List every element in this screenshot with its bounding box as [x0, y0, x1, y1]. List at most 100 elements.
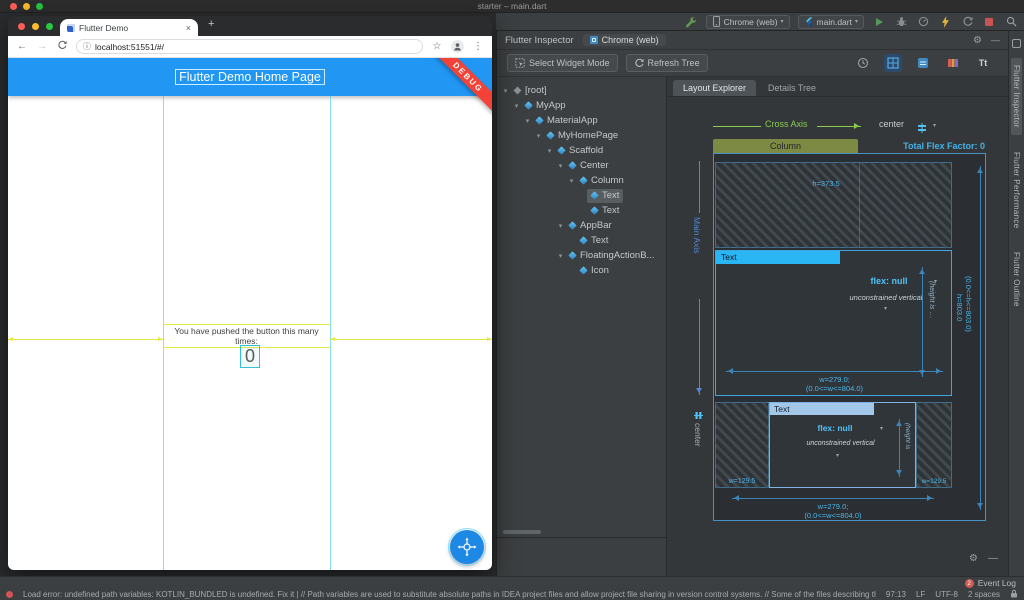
indent-style[interactable]: 2 spaces: [968, 590, 1000, 599]
tab-layout-explorer[interactable]: Layout Explorer: [673, 80, 756, 96]
tree-node-myhomepage[interactable]: ▾MyHomePage: [497, 128, 666, 143]
run-button[interactable]: [872, 15, 886, 29]
close-window-button[interactable]: [18, 23, 25, 30]
stop-button[interactable]: [982, 15, 996, 29]
chevron-down-icon[interactable]: ▾: [880, 425, 883, 432]
refresh-tree-label: Refresh Tree: [648, 58, 700, 68]
tree-scrollbar-thumb[interactable]: [503, 530, 541, 534]
child2-fit-value[interactable]: unconstrained vertical: [778, 440, 903, 447]
stripe-flutter-outline[interactable]: Flutter Outline: [1011, 245, 1022, 314]
site-info-icon[interactable]: ⓘ: [83, 41, 91, 52]
run-toolbar: Chrome (web) ▾ main.dart ▾: [496, 13, 1024, 30]
minimize-panel-icon[interactable]: —: [991, 35, 1000, 45]
bookmark-star-icon[interactable]: ☆: [431, 41, 443, 52]
child1-flex-value[interactable]: flex: null: [846, 276, 932, 286]
main-axis-alignment-value[interactable]: center: [693, 423, 703, 473]
search-everywhere-icon[interactable]: [1004, 15, 1018, 29]
cross-axis-alignment-value[interactable]: center: [879, 119, 904, 129]
tool-window-icon[interactable]: [1012, 39, 1021, 48]
chevron-down-icon[interactable]: ▾: [523, 117, 532, 125]
flutter-app: Flutter Demo Home Page DEBUG You have pu…: [8, 58, 492, 570]
tree-node-label: Icon: [591, 265, 609, 276]
chevron-down-icon[interactable]: ▾: [545, 147, 554, 155]
child2-widget-name: Text: [770, 403, 874, 415]
tree-node-materialapp[interactable]: ▾MaterialApp: [497, 113, 666, 128]
gear-icon[interactable]: ⚙: [973, 35, 982, 46]
flex-child-text-2[interactable]: Text flex: null ▾ unconstrained vertical…: [769, 402, 916, 488]
status-message[interactable]: Load error: undefined path variables: KO…: [23, 590, 876, 599]
chevron-down-icon[interactable]: ▾: [556, 162, 565, 170]
text-scale-icon[interactable]: Tt: [974, 54, 992, 72]
widget-icon: [535, 116, 543, 124]
tree-node-column[interactable]: ▾Column: [497, 173, 666, 188]
chevron-down-icon[interactable]: ▾: [501, 87, 510, 95]
slow-animations-icon[interactable]: [854, 54, 872, 72]
debug-button[interactable]: [894, 15, 908, 29]
chevron-down-icon[interactable]: ▾: [534, 132, 543, 140]
refresh-tree-button[interactable]: Refresh Tree: [626, 54, 708, 72]
tree-node-floatingactionb[interactable]: ▾FloatingActionB...: [497, 248, 666, 263]
profile-button[interactable]: [916, 15, 930, 29]
tree-node-content: Scaffold: [554, 144, 607, 158]
cross-axis-label: Cross Axis: [765, 119, 808, 129]
tree-node-text[interactable]: Text: [497, 233, 666, 248]
line-separator[interactable]: LF: [916, 590, 925, 599]
panel-title: Flutter Inspector: [505, 35, 574, 46]
chevron-down-icon[interactable]: ▾: [512, 102, 521, 110]
child2-flex-value[interactable]: flex: null: [792, 423, 878, 433]
chevron-down-icon[interactable]: ▾: [556, 252, 565, 260]
tree-node-text[interactable]: Text: [497, 188, 666, 203]
tree-node-text[interactable]: Text: [497, 203, 666, 218]
hot-reload-button[interactable]: [938, 15, 952, 29]
chevron-down-icon[interactable]: ▾: [836, 452, 839, 459]
tab-details-tree[interactable]: Details Tree: [758, 80, 826, 96]
flex-child-text-1[interactable]: Text flex: null ▾ unconstrained vertical…: [715, 250, 952, 396]
gear-icon[interactable]: ⚙: [969, 553, 978, 564]
minimize-panel-icon[interactable]: —: [988, 553, 998, 564]
show-guidelines-icon[interactable]: [884, 54, 902, 72]
tree-node-scaffold[interactable]: ▾Scaffold: [497, 143, 666, 158]
tree-node-myapp[interactable]: ▾MyApp: [497, 98, 666, 113]
highlight-images-icon[interactable]: [944, 54, 962, 72]
stripe-flutter-performance[interactable]: Flutter Performance: [1011, 145, 1022, 235]
tree-node-center[interactable]: ▾Center: [497, 158, 666, 173]
chevron-down-icon[interactable]: ▾: [567, 177, 576, 185]
zoom-window-button[interactable]: [46, 23, 53, 30]
tree-node-root[interactable]: ▾[root]: [497, 83, 666, 98]
minimize-window-button[interactable]: [32, 23, 39, 30]
chevron-down-icon[interactable]: ▾: [884, 305, 887, 312]
readonly-lock-icon[interactable]: [1010, 585, 1018, 600]
profile-avatar[interactable]: [451, 40, 464, 53]
caret-position[interactable]: 97:13: [886, 590, 906, 599]
file-encoding[interactable]: UTF-8: [935, 590, 958, 599]
alignment-arrow-right: [330, 339, 492, 340]
show-baselines-icon[interactable]: [914, 54, 932, 72]
close-tab-icon[interactable]: ×: [186, 23, 191, 33]
address-bar[interactable]: ⓘ localhost:51551/#/: [76, 39, 423, 54]
device-selector[interactable]: Chrome (web) ▾: [706, 15, 790, 29]
run-config-selector[interactable]: main.dart ▾: [798, 15, 864, 29]
new-tab-button[interactable]: +: [208, 18, 214, 30]
chevron-down-icon[interactable]: ▾: [556, 222, 565, 230]
widget-icon: [514, 87, 522, 95]
inspector-toolbar: Select Widget Mode Refresh Tree: [497, 50, 1008, 77]
tree-node-appbar[interactable]: ▾AppBar: [497, 218, 666, 233]
tab-chrome-web[interactable]: Chrome (web): [583, 34, 666, 46]
right-space-width-label: w=129.5: [917, 478, 951, 485]
build-wrench-icon[interactable]: [684, 15, 698, 29]
browser-tab[interactable]: Flutter Demo ×: [60, 19, 198, 36]
container-height-value: h=803.0: [955, 294, 964, 321]
hot-restart-button[interactable]: [960, 15, 974, 29]
forward-button[interactable]: →: [36, 41, 48, 52]
floating-action-button[interactable]: [450, 530, 484, 564]
chevron-down-icon[interactable]: ▾: [933, 122, 936, 129]
select-widget-mode-button[interactable]: Select Widget Mode: [507, 54, 618, 72]
inspector-toggles: Tt: [854, 54, 992, 72]
back-button[interactable]: ←: [16, 41, 28, 52]
stripe-flutter-inspector[interactable]: Flutter Inspector: [1011, 58, 1022, 135]
browser-menu-icon[interactable]: ⋮: [472, 41, 484, 52]
reload-button[interactable]: [56, 40, 68, 53]
free-space-height-label: h=373.5: [776, 179, 876, 188]
tree-node-icon[interactable]: Icon: [497, 263, 666, 278]
status-main-row: Load error: undefined path variables: KO…: [6, 588, 1018, 600]
